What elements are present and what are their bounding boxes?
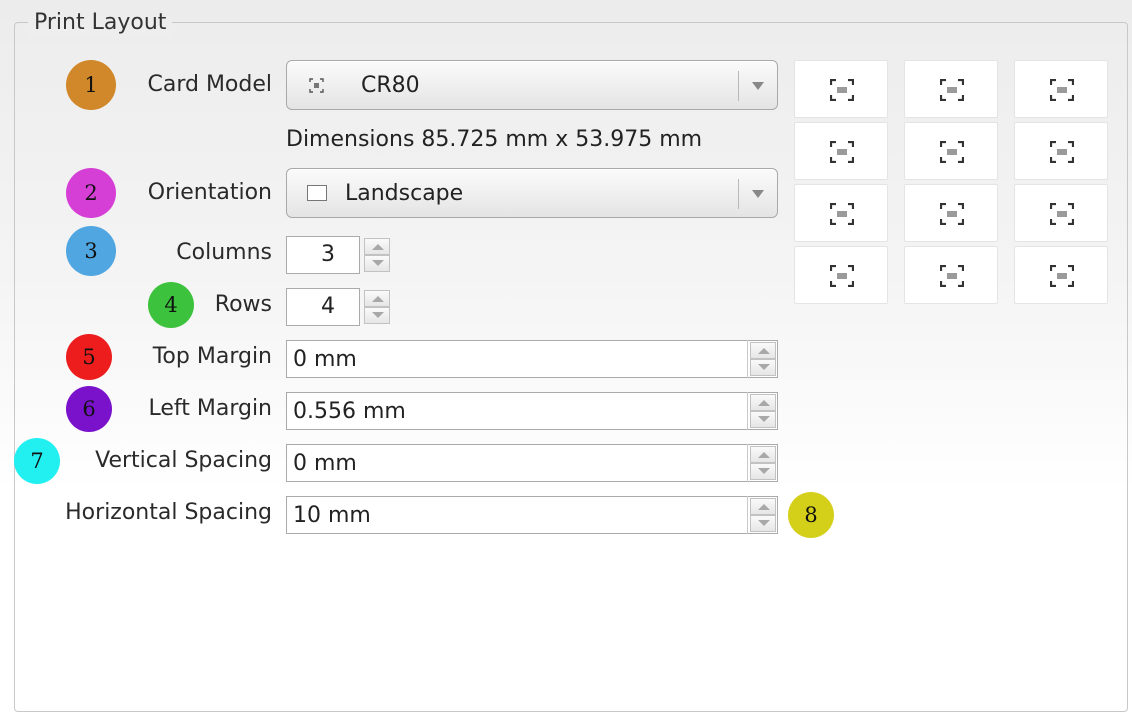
horizontal-spacing-label: Horizontal Spacing <box>65 500 272 525</box>
horizontal-spacing-value[interactable]: 10 mm <box>293 497 371 535</box>
vertical-spacing-stepper[interactable] <box>747 444 777 482</box>
card-icon <box>1050 79 1074 101</box>
horizontal-spacing-stepper[interactable] <box>747 496 777 534</box>
card-icon <box>830 141 854 163</box>
card-icon <box>1050 265 1074 287</box>
left-margin-value[interactable]: 0.556 mm <box>293 393 406 431</box>
dropdown-separator <box>738 71 739 101</box>
preview-card <box>904 122 998 180</box>
card-icon <box>1050 141 1074 163</box>
card-icon <box>940 79 964 101</box>
increment-button[interactable] <box>364 238 390 255</box>
top-margin-spinbox[interactable]: 0 mm <box>286 340 778 378</box>
card-model-value: CR80 <box>361 73 420 98</box>
badge-5: 5 <box>66 334 112 380</box>
increment-button[interactable] <box>750 446 776 463</box>
decrement-button[interactable] <box>750 463 776 480</box>
preview-card <box>904 246 998 304</box>
orientation-label: Orientation <box>147 180 272 205</box>
preview-card <box>794 246 888 304</box>
badge-7: 7 <box>14 438 60 484</box>
left-margin-label: Left Margin <box>148 396 272 421</box>
badge-1: 1 <box>66 60 116 110</box>
card-icon <box>940 141 964 163</box>
card-icon <box>940 265 964 287</box>
landscape-icon <box>307 185 327 201</box>
decrement-button[interactable] <box>364 255 390 272</box>
columns-spinbox[interactable]: 3 <box>286 236 394 274</box>
top-margin-stepper[interactable] <box>747 340 777 378</box>
rows-label: Rows <box>214 292 272 317</box>
layout-preview <box>794 60 1110 308</box>
preview-card <box>1014 60 1108 118</box>
card-icon <box>830 265 854 287</box>
increment-button[interactable] <box>364 290 390 307</box>
badge-3: 3 <box>66 226 116 276</box>
chevron-down-icon[interactable] <box>752 82 764 90</box>
horizontal-spacing-spinbox[interactable]: 10 mm <box>286 496 778 534</box>
columns-stepper[interactable] <box>362 236 392 274</box>
top-margin-value[interactable]: 0 mm <box>293 341 357 379</box>
left-margin-spinbox[interactable]: 0.556 mm <box>286 392 778 430</box>
preview-card <box>904 184 998 242</box>
preview-card <box>794 122 888 180</box>
increment-button[interactable] <box>750 342 776 359</box>
rows-value[interactable]: 4 <box>286 288 360 326</box>
vertical-spacing-label: Vertical Spacing <box>95 448 272 473</box>
preview-card <box>794 184 888 242</box>
columns-value[interactable]: 3 <box>286 236 360 274</box>
chevron-down-icon[interactable] <box>752 190 764 198</box>
rows-stepper[interactable] <box>362 288 392 326</box>
left-margin-stepper[interactable] <box>747 392 777 430</box>
card-icon <box>830 79 854 101</box>
badge-6: 6 <box>66 386 112 432</box>
badge-2: 2 <box>66 168 116 218</box>
decrement-button[interactable] <box>750 359 776 376</box>
orientation-dropdown[interactable]: Landscape <box>286 168 778 218</box>
decrement-button[interactable] <box>364 307 390 324</box>
preview-card <box>1014 184 1108 242</box>
increment-button[interactable] <box>750 498 776 515</box>
card-model-dropdown[interactable]: CR80 <box>286 60 778 110</box>
card-icon <box>1050 203 1074 225</box>
badge-4: 4 <box>148 282 194 328</box>
preview-card <box>1014 122 1108 180</box>
group-title: Print Layout <box>28 8 173 38</box>
card-icon <box>940 203 964 225</box>
preview-card <box>794 60 888 118</box>
badge-8: 8 <box>788 492 834 538</box>
card-icon <box>830 203 854 225</box>
vertical-spacing-spinbox[interactable]: 0 mm <box>286 444 778 482</box>
preview-card <box>1014 246 1108 304</box>
increment-button[interactable] <box>750 394 776 411</box>
preview-card <box>904 60 998 118</box>
dropdown-separator <box>738 179 739 209</box>
decrement-button[interactable] <box>750 411 776 428</box>
dimensions-text: Dimensions 85.725 mm x 53.975 mm <box>286 127 703 152</box>
card-icon <box>309 78 324 93</box>
orientation-value: Landscape <box>345 181 464 206</box>
columns-label: Columns <box>176 240 272 265</box>
decrement-button[interactable] <box>750 515 776 532</box>
rows-spinbox[interactable]: 4 <box>286 288 394 326</box>
vertical-spacing-value[interactable]: 0 mm <box>293 445 357 483</box>
top-margin-label: Top Margin <box>152 344 272 369</box>
card-model-label: Card Model <box>147 72 272 97</box>
